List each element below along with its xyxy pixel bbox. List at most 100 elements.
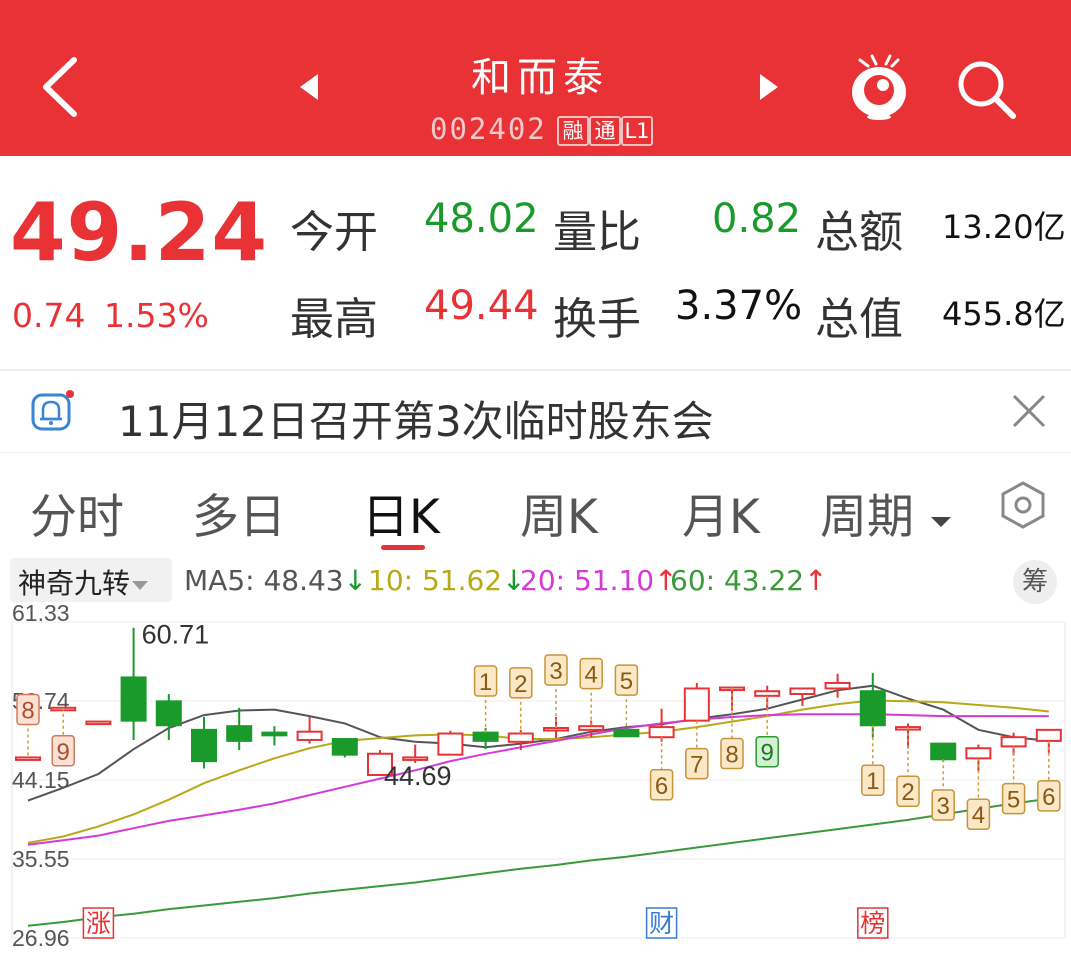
nine-turn-number: 9 [57, 739, 70, 766]
level-tag: L1 [621, 116, 653, 146]
candle-body [859, 690, 886, 727]
price-change: 0.74 1.53% [12, 296, 209, 335]
change-percent: 1.53% [103, 296, 209, 335]
ma5-label: MA5: 48.43 [184, 564, 344, 597]
ma60-readout: 60: 43.22↑ [670, 564, 828, 597]
nine-turn-number: 2 [901, 779, 914, 806]
candle-body [155, 700, 182, 727]
nine-turn-number: 7 [690, 752, 703, 779]
nine-turn-number: 5 [1007, 787, 1020, 814]
ma5-readout: MA5: 48.43↓ [184, 564, 367, 597]
notice-text[interactable]: 11月12日召开第3次临时股东会 [118, 388, 714, 449]
tab-period[interactable]: 周期 [820, 478, 953, 547]
event-marker-label: 榜 [860, 909, 885, 938]
candle-body [683, 687, 710, 722]
candle-body [226, 725, 253, 742]
nine-turn-number: 5 [620, 668, 633, 695]
turnover-label: 换手 [553, 294, 641, 345]
candle-body [930, 742, 957, 761]
indicator-label[interactable]: 神奇九转 [18, 562, 150, 602]
open-label: 今开 [290, 207, 378, 258]
candle-body [296, 730, 323, 741]
candle-body [120, 676, 147, 722]
tab-multi-day[interactable]: 多日 [192, 478, 286, 547]
candle-body [1000, 736, 1027, 748]
settings-hexagon-icon[interactable] [998, 480, 1048, 530]
candle-body [613, 728, 640, 738]
down-arrow-icon: ↓ [343, 564, 368, 597]
mascot-icon[interactable] [846, 52, 912, 122]
nine-turn-number: 6 [655, 773, 668, 800]
ma60-label: 60: 43.22 [670, 564, 805, 597]
nine-turn-number: 3 [937, 793, 950, 820]
up-arrow-icon: ↑ [804, 564, 828, 597]
max-price-label: 60.71 [142, 620, 210, 650]
nine-turn-number: 9 [761, 740, 774, 767]
ma10-label: 10: 51.62 [368, 564, 503, 597]
tab-intraday[interactable]: 分时 [30, 478, 124, 547]
candle-body [754, 690, 781, 697]
divider [0, 452, 1071, 453]
nine-turn-number: 1 [479, 669, 492, 696]
stock-name: 和而泰 [471, 55, 609, 101]
search-icon[interactable] [953, 56, 1019, 122]
event-marker-label: 财 [649, 909, 674, 938]
amount-label: 总额 [815, 207, 903, 258]
candle-body [261, 731, 288, 737]
candle-body [543, 727, 569, 732]
candle-body [191, 728, 217, 763]
nine-turn-number: 4 [585, 662, 598, 689]
connect-tag: 通 [589, 116, 621, 146]
bell-icon[interactable] [30, 390, 74, 434]
nine-turn-number: 3 [549, 658, 562, 685]
market-cap-value: 455.8亿 [942, 295, 1066, 333]
candle-body [789, 687, 816, 695]
kline-chart[interactable]: 61.3352.7444.1535.5526.9660.7144.69891 2 3… [0, 600, 1071, 955]
nine-turn-number: 8 [725, 742, 738, 769]
candle-body [402, 756, 429, 761]
high-label: 最高 [290, 294, 378, 345]
ma-line-ma60 [27, 797, 1049, 927]
tab-monthly-k[interactable]: 月K [682, 478, 760, 547]
stock-code: 002402 [430, 112, 547, 146]
event-marker-label: 涨 [86, 909, 111, 938]
candle-body [1035, 728, 1062, 742]
candle-body [578, 725, 605, 731]
indicator-name: 神奇九转 [18, 567, 131, 600]
y-tick-label: 35.55 [12, 846, 70, 872]
ma20-label: 20: 51.10 [520, 564, 655, 597]
candle-body [437, 732, 464, 756]
caret-down-icon [930, 516, 951, 527]
divider [0, 369, 1071, 371]
amount-value: 13.20亿 [942, 208, 1066, 246]
nine-turn-number: 2 [514, 671, 527, 698]
ma20-readout: 20: 51.10↑ [520, 564, 678, 597]
nine-turn-number: 4 [972, 802, 985, 829]
nine-turn-number: 8 [21, 698, 34, 725]
change-value: 0.74 [12, 296, 86, 335]
tab-weekly-k[interactable]: 周K [520, 478, 598, 547]
margin-tag: 融 [557, 116, 589, 146]
y-tick-label: 61.33 [12, 600, 70, 626]
candle-body [85, 720, 112, 726]
chip-distribution-button[interactable]: 筹 [1013, 560, 1057, 604]
open-value: 48.02 [424, 196, 539, 242]
candle-body [507, 732, 534, 743]
active-tab-indicator [381, 545, 425, 550]
prev-triangle-icon[interactable] [296, 72, 322, 102]
tab-daily-k[interactable]: 日K [362, 478, 440, 547]
tab-period-label: 周期 [820, 490, 914, 545]
close-icon[interactable] [1010, 392, 1048, 430]
next-triangle-icon[interactable] [756, 72, 782, 102]
y-tick-label: 26.96 [12, 925, 70, 951]
nine-turn-number: 1 [866, 768, 879, 795]
back-arrow-icon[interactable] [34, 52, 94, 122]
volume-ratio-value: 0.82 [712, 196, 802, 242]
nine-turn-number: 6 [1042, 784, 1055, 811]
ma10-readout: 10: 51.62↓ [368, 564, 526, 597]
candle-body [824, 681, 851, 690]
market-cap-label: 总值 [815, 294, 903, 345]
high-value: 49.44 [424, 283, 539, 329]
caret-down-icon [132, 581, 149, 590]
min-price-label: 44.69 [384, 761, 452, 791]
